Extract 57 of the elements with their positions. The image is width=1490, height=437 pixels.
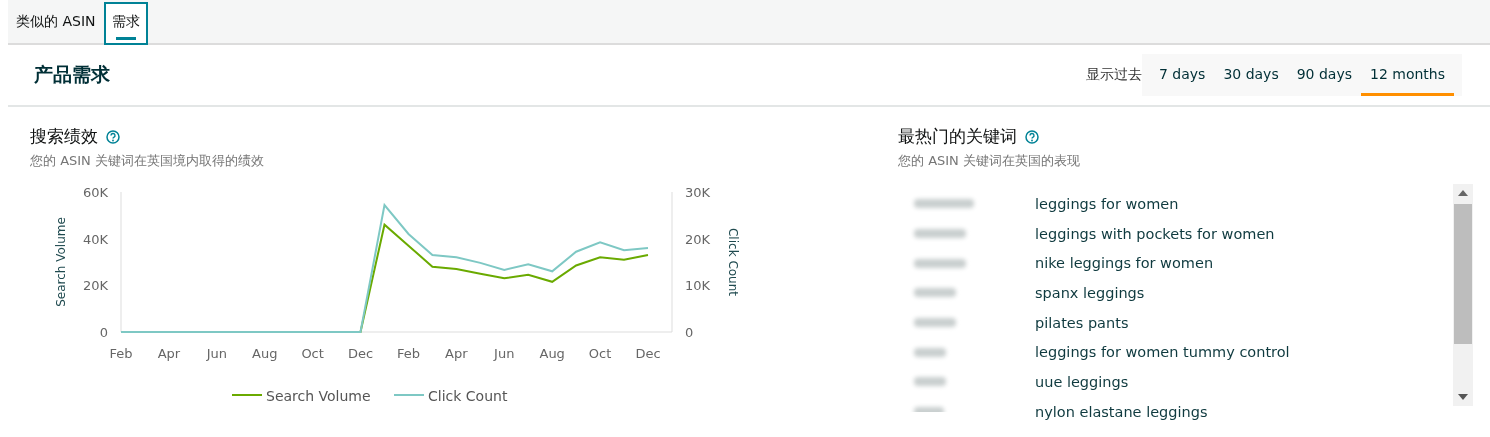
keyword-text: pilates pants xyxy=(1035,314,1129,331)
legend-label: Click Count xyxy=(428,388,508,404)
keyword-text: leggings with pockets for women xyxy=(1035,225,1275,242)
range-option[interactable]: 7 days xyxy=(1149,54,1215,96)
keyword-text: leggings for women xyxy=(1035,195,1179,212)
panel-title: 最热门的关键词 xyxy=(898,125,1017,148)
scroll-up-icon[interactable] xyxy=(1458,190,1468,196)
keyword-text: nike leggings for women xyxy=(1035,255,1214,272)
panel-subtitle: 您的 ASIN 关键词在英国境内取得的绩效 xyxy=(30,152,265,170)
axis-tick-label: 10K xyxy=(685,278,711,294)
legend-label: Search Volume xyxy=(266,388,371,404)
axis-title: Click Count xyxy=(726,228,740,296)
redacted-value xyxy=(914,199,974,209)
range-option[interactable]: 90 days xyxy=(1287,54,1361,96)
axis-tick-label: 30K xyxy=(685,185,711,200)
redacted-value xyxy=(914,318,956,328)
range-option[interactable]: 12 months xyxy=(1361,54,1454,96)
range-option[interactable]: 30 days xyxy=(1214,54,1288,96)
keyword-text: leggings for women tummy control xyxy=(1035,344,1290,361)
axis-tick-label: Oct xyxy=(588,346,612,361)
scrollbar[interactable] xyxy=(1453,184,1473,406)
redacted-value xyxy=(914,347,946,357)
axis-tick-label: 40K xyxy=(82,231,108,247)
redacted-value xyxy=(914,229,966,239)
redacted-value xyxy=(914,377,946,387)
axis-tick-label: Feb xyxy=(109,346,133,361)
keyword-text: spanx leggings xyxy=(1035,284,1145,301)
axis-tick-label: 20K xyxy=(82,278,108,294)
scroll-thumb[interactable] xyxy=(1454,204,1472,344)
axis-tick-label: Jun xyxy=(494,346,515,361)
axis-tick-label: 60K xyxy=(82,185,108,200)
tab[interactable]: 需求 xyxy=(103,2,148,45)
axis-tick-label: Aug xyxy=(252,346,278,361)
axis-tick-label: 20K xyxy=(685,231,711,247)
axis-tick-label: Jun xyxy=(206,346,227,361)
axis-title: Search Volume xyxy=(54,217,68,307)
axis-tick-label: Aug xyxy=(539,346,565,361)
redacted-value xyxy=(914,258,966,268)
tab[interactable]: 类似的 ASIN xyxy=(8,2,104,45)
axis-tick-label: Oct xyxy=(301,346,324,361)
axis-tick-label: Feb xyxy=(396,346,420,361)
axis-tick-label: Dec xyxy=(347,346,374,361)
axis-tick-label: 0 xyxy=(685,325,694,340)
redacted-value xyxy=(914,288,956,298)
axis-tick-label: Apr xyxy=(157,346,181,361)
help-icon[interactable] xyxy=(1025,129,1039,144)
help-icon[interactable] xyxy=(106,129,120,144)
section-title: 产品需求 xyxy=(34,62,110,87)
keyword-text: uue leggings xyxy=(1035,373,1129,390)
axis-tick-label: 0 xyxy=(99,325,108,340)
panel-title: 搜索绩效 xyxy=(30,125,98,148)
scroll-down-icon[interactable] xyxy=(1458,394,1468,400)
panel-subtitle: 您的 ASIN 关键词在英国的表现 xyxy=(898,152,1081,170)
keyword-text: nylon elastane leggings xyxy=(1035,403,1208,420)
axis-tick-label: Apr xyxy=(445,346,468,361)
axis-tick-label: Dec xyxy=(635,346,661,361)
range-label: 显示过去 xyxy=(1085,66,1142,84)
